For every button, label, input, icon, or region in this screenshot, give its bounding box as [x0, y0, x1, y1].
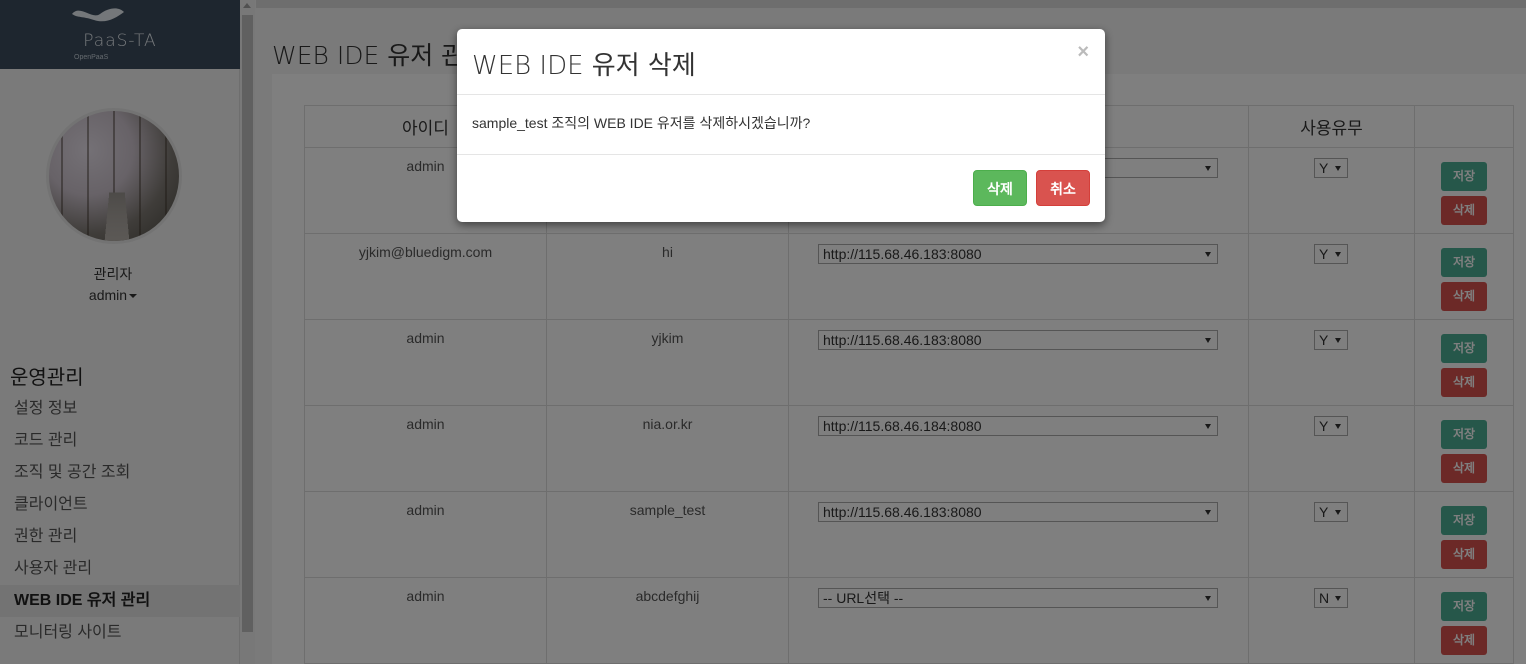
- confirm-delete-button[interactable]: 삭제: [973, 170, 1027, 206]
- modal-message: sample_test 조직의 WEB IDE 유저를 삭제하시겠습니까?: [457, 95, 1105, 155]
- modal-header: WEB IDE 유저 삭제 ×: [457, 29, 1105, 95]
- cancel-button[interactable]: 취소: [1036, 170, 1090, 206]
- modal-footer: 삭제 취소: [457, 155, 1105, 221]
- modal-title: WEB IDE 유저 삭제: [472, 51, 696, 81]
- close-icon[interactable]: ×: [1077, 41, 1089, 64]
- delete-user-modal: WEB IDE 유저 삭제 × sample_test 조직의 WEB IDE …: [457, 29, 1105, 222]
